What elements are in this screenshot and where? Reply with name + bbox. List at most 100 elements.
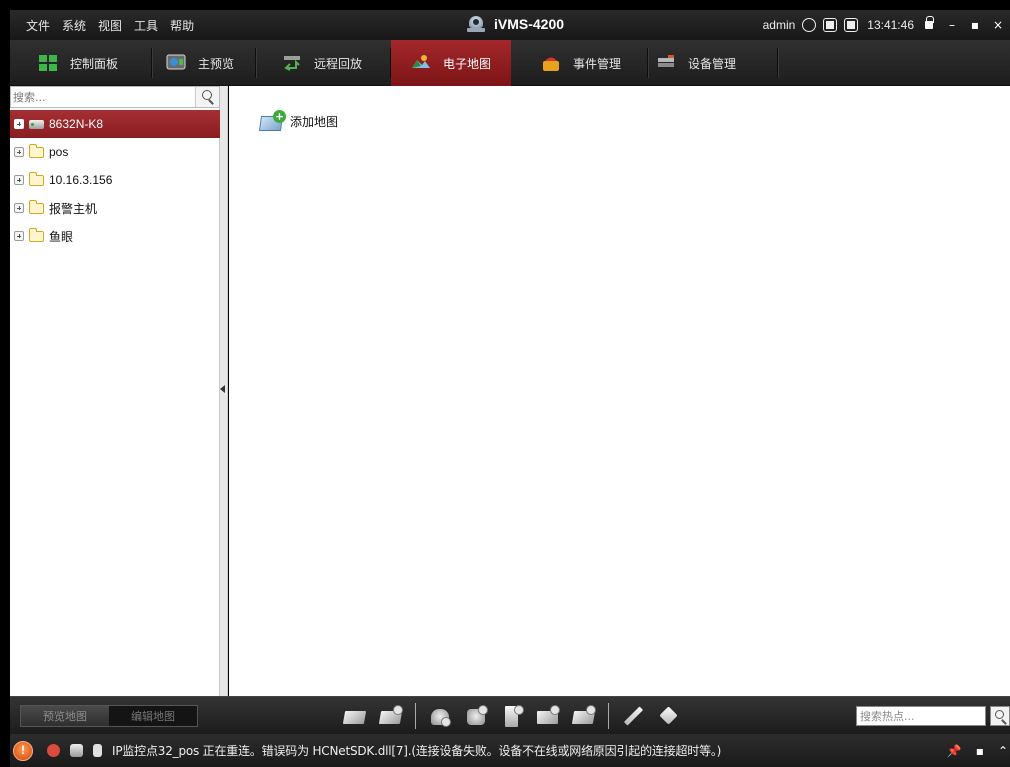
- collapse-arrow-icon[interactable]: [220, 385, 225, 393]
- resource-tree-panel: 8632N-K8 pos 10.16.3.156 报警主机 鱼眼: [10, 86, 220, 696]
- tab-emap[interactable]: 电子地图: [391, 40, 511, 86]
- tab-event-management[interactable]: 事件管理: [511, 40, 648, 86]
- network-status-icon: [802, 18, 817, 32]
- tree-item-group[interactable]: 报警主机: [10, 194, 220, 222]
- current-user: admin: [762, 18, 796, 32]
- tree-item-group[interactable]: 10.16.3.156: [10, 166, 220, 194]
- status-message: IP监控点32_pos 正在重连。错误码为 HCNetSDK.dll[7].(连…: [112, 744, 722, 758]
- cpu-status-icon: [823, 18, 838, 32]
- tab-label: 电子地图: [443, 56, 492, 71]
- add-link-map-button[interactable]: [571, 704, 596, 728]
- resource-search-input[interactable]: [11, 87, 195, 107]
- folder-icon: [29, 199, 44, 214]
- add-door-button[interactable]: [500, 704, 524, 728]
- edit-hotspot-button[interactable]: [621, 704, 645, 728]
- add-map-label: 添加地图: [290, 114, 339, 129]
- device-exception-icon[interactable]: [70, 744, 83, 757]
- maximize-panel-icon[interactable]: ▪: [976, 744, 984, 758]
- lock-icon: [925, 16, 934, 29]
- toolbar-divider: [415, 703, 416, 729]
- tab-label: 远程回放: [314, 56, 363, 71]
- expand-icon[interactable]: [14, 203, 24, 213]
- add-map-icon: +: [258, 110, 286, 132]
- tab-device-management[interactable]: 设备管理: [648, 40, 778, 86]
- modify-map-button[interactable]: [342, 704, 367, 728]
- edit-map-icon: [342, 711, 367, 724]
- expand-icon[interactable]: [14, 231, 24, 241]
- event-icon: [541, 54, 561, 72]
- maximize-button[interactable]: ▪: [967, 17, 983, 33]
- tab-main-preview[interactable]: 主预览: [152, 40, 256, 86]
- delete-hotspot-button[interactable]: [657, 704, 681, 728]
- minimize-button[interactable]: –: [944, 17, 960, 33]
- edit-map-button[interactable]: 编辑地图: [109, 706, 197, 726]
- tree-item-label: 8632N-K8: [49, 117, 104, 131]
- tab-remote-playback[interactable]: 远程回放: [256, 40, 391, 86]
- expand-icon[interactable]: [14, 175, 24, 185]
- preview-icon: [166, 54, 186, 72]
- toolbar-divider: [608, 703, 609, 729]
- tab-control-panel[interactable]: 控制面板: [10, 40, 152, 86]
- lock-button[interactable]: [921, 16, 937, 33]
- menu-view[interactable]: 视图: [92, 17, 128, 34]
- pencil-icon: [623, 706, 644, 726]
- preview-map-button[interactable]: 预览地图: [21, 706, 109, 726]
- app-title-area: iVMS-4200: [466, 14, 564, 34]
- clock: 13:41:46: [867, 18, 914, 32]
- tree-item-label: 鱼眼: [49, 229, 74, 244]
- hotspot-search-button[interactable]: [990, 706, 1010, 726]
- map-mode-toggle: 预览地图 编辑地图: [20, 705, 198, 727]
- tab-label: 设备管理: [688, 56, 737, 71]
- search-icon: [995, 710, 1004, 719]
- resource-search-button[interactable]: [195, 87, 219, 107]
- expand-icon[interactable]: [14, 119, 24, 129]
- pin-icon[interactable]: 📌: [947, 744, 962, 758]
- expand-up-icon[interactable]: ⌃: [998, 744, 1008, 758]
- resource-search-box: [10, 86, 220, 108]
- map-tools: [342, 702, 681, 730]
- tree-item-label: pos: [49, 145, 69, 159]
- dashboard-icon: [38, 54, 58, 72]
- panel-splitter[interactable]: [220, 86, 228, 696]
- add-hot-region-button[interactable]: [536, 704, 560, 728]
- add-alarm-input-button[interactable]: [464, 704, 488, 728]
- menu-file[interactable]: 文件: [20, 17, 56, 34]
- delete-map-button[interactable]: [378, 704, 403, 728]
- folder-icon: [29, 227, 44, 242]
- speaker-icon[interactable]: [93, 744, 102, 757]
- menu-system[interactable]: 系统: [56, 17, 92, 34]
- tab-label: 主预览: [198, 56, 235, 71]
- emap-icon: [411, 54, 431, 72]
- status-bar: IP监控点32_pos 正在重连。错误码为 HCNetSDK.dll[7].(连…: [10, 734, 1010, 767]
- dvr-device-icon: [29, 119, 44, 129]
- menu-help[interactable]: 帮助: [164, 17, 200, 34]
- tree-item-group[interactable]: pos: [10, 138, 220, 166]
- hotspot-search-input[interactable]: [857, 707, 985, 725]
- add-camera-button[interactable]: [428, 704, 452, 728]
- status-icons: [47, 744, 102, 757]
- expand-icon[interactable]: [14, 147, 24, 157]
- device-manage-icon: [656, 54, 676, 72]
- tab-label: 事件管理: [573, 56, 622, 71]
- menu-bar: 文件 系统 视图 工具 帮助: [20, 17, 200, 34]
- tree-item-device[interactable]: 8632N-K8: [10, 110, 220, 138]
- map-toolbar: 预览地图 编辑地图: [10, 696, 1010, 734]
- tree-item-label: 报警主机: [49, 201, 98, 216]
- title-bar: 文件 系统 视图 工具 帮助 iVMS-4200 admin 13:41:46 …: [10, 10, 1010, 40]
- alarm-icon[interactable]: [13, 740, 33, 761]
- alarm-event-icon[interactable]: [47, 744, 60, 757]
- hotspot-search-box: [856, 706, 986, 726]
- map-workspace: + 添加地图: [229, 86, 1010, 696]
- title-right-area: admin 13:41:46 – ▪ ×: [763, 10, 1006, 40]
- eraser-icon: [659, 706, 678, 725]
- ram-status-icon: [844, 18, 859, 32]
- search-icon: [202, 90, 212, 100]
- tree-item-group[interactable]: 鱼眼: [10, 222, 220, 250]
- close-button[interactable]: ×: [990, 17, 1006, 33]
- resource-tree: 8632N-K8 pos 10.16.3.156 报警主机 鱼眼: [10, 110, 220, 250]
- playback-icon: [282, 54, 302, 72]
- folder-icon: [29, 171, 44, 186]
- menu-tools[interactable]: 工具: [128, 17, 164, 34]
- tab-label: 控制面板: [70, 56, 119, 71]
- add-map-button[interactable]: + 添加地图: [258, 110, 339, 132]
